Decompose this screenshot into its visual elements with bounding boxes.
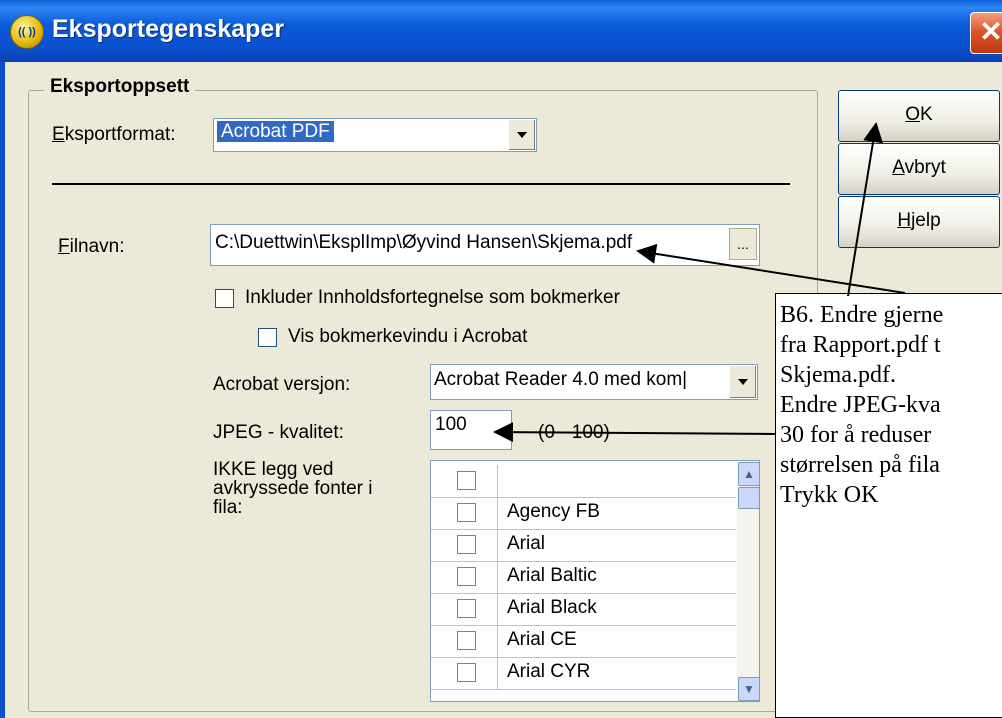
font-checkbox[interactable] (457, 567, 476, 586)
include-toc-checkbox[interactable] (215, 289, 234, 308)
show-bookmarks-checkbox[interactable] (258, 328, 277, 347)
acrobat-version-label: Acrobat versjon: (213, 374, 351, 395)
font-name: Arial Black (507, 597, 597, 618)
help-button[interactable]: Hjelp (838, 196, 1000, 248)
font-checkbox[interactable] (457, 631, 476, 650)
font-name: Agency FB (507, 501, 600, 522)
export-format-label: Eksportformat: (52, 124, 176, 145)
title-bar[interactable]: (( )) Eksportegenskaper (0, 0, 1002, 62)
browse-button[interactable]: ... (729, 228, 757, 260)
window-frame (0, 62, 5, 718)
chevron-down-icon[interactable] (508, 120, 535, 150)
jpeg-quality-label: JPEG - kvalitet: (213, 422, 344, 443)
font-checkbox-cell (431, 497, 498, 529)
font-list-item[interactable]: Arial CYR (431, 657, 736, 689)
filename-input[interactable]: C:\Duettwin\EksplImp\Øyvind Hansen\Skjem… (210, 224, 760, 266)
font-checkbox-cell (431, 625, 498, 657)
font-list-item[interactable]: Arial Black (431, 593, 736, 625)
font-checkbox-cell (431, 529, 498, 561)
jpeg-quality-input[interactable]: 100 (430, 410, 512, 450)
font-name: Arial (507, 533, 546, 554)
ok-button-label: OK (905, 104, 933, 125)
font-list-item[interactable]: Arial (431, 529, 736, 561)
show-bookmarks-label: Vis bokmerkevindu i Acrobat (288, 326, 528, 347)
chevron-down-icon[interactable] (729, 366, 756, 398)
ok-button[interactable]: OK (838, 90, 1000, 142)
scroll-thumb[interactable] (738, 487, 759, 509)
help-button-label: Hjelp (897, 210, 941, 231)
font-list-item[interactable]: Arial Baltic (431, 561, 736, 593)
close-button[interactable]: ✕ (970, 12, 1002, 54)
filename-value: C:\Duettwin\EksplImp\Øyvind Hansen\Skjem… (215, 232, 633, 253)
fonts-label: IKKE legg ved avkryssede fonter i fila: (213, 459, 373, 518)
font-name: Arial CE (507, 629, 577, 650)
acrobat-version-value: Acrobat Reader 4.0 med kom| (434, 369, 688, 390)
include-toc-label: Inkluder Innholdsfortegnelse som bokmerk… (245, 287, 620, 308)
font-checkbox-cell (431, 657, 498, 689)
font-checkbox[interactable] (457, 599, 476, 618)
export-format-select[interactable]: Acrobat PDF (213, 118, 537, 152)
filename-label-rest: ilnavn: (69, 236, 125, 257)
callout-text: B6. Endre gjerne fra Rapport.pdf t Skjem… (780, 302, 944, 508)
export-format-label-rest: ksportformat: (64, 124, 176, 145)
font-checkbox-cell (431, 561, 498, 593)
cancel-button-label: Avbryt (892, 157, 946, 178)
chevron-down-icon[interactable]: ▼ (738, 677, 759, 701)
app-icon: (( )) (10, 15, 44, 49)
font-list-item[interactable]: Arial CE (431, 625, 736, 657)
row-divider (431, 689, 736, 690)
font-checkbox[interactable] (457, 471, 476, 490)
font-list-item[interactable] (431, 465, 736, 497)
font-checkbox[interactable] (457, 503, 476, 522)
font-list-item[interactable]: Agency FB (431, 497, 736, 529)
chevron-up-icon[interactable]: ▲ (738, 462, 759, 486)
export-format-value: Acrobat PDF (217, 121, 334, 142)
jpeg-quality-value: 100 (435, 414, 467, 435)
font-checkbox[interactable] (457, 535, 476, 554)
fonts-list[interactable]: Agency FB Arial Arial Baltic Arial Black Ari… (430, 460, 760, 702)
filename-label: Filnavn: (58, 236, 125, 257)
fonts-scrollbar[interactable]: ▲ ▼ (737, 461, 759, 701)
window-title: Eksportegenskaper (52, 15, 285, 43)
font-checkbox-cell (431, 593, 498, 625)
font-checkbox-cell (431, 465, 498, 497)
divider (52, 183, 790, 185)
font-checkbox[interactable] (457, 663, 476, 682)
group-legend: Eksportoppsett (44, 76, 196, 98)
font-name: Arial CYR (507, 661, 591, 682)
jpeg-quality-range: (0 - 100) (538, 422, 610, 443)
cancel-button[interactable]: Avbryt (838, 143, 1000, 195)
font-name: Arial Baltic (507, 565, 597, 586)
acrobat-version-select[interactable]: Acrobat Reader 4.0 med kom| (430, 364, 758, 400)
